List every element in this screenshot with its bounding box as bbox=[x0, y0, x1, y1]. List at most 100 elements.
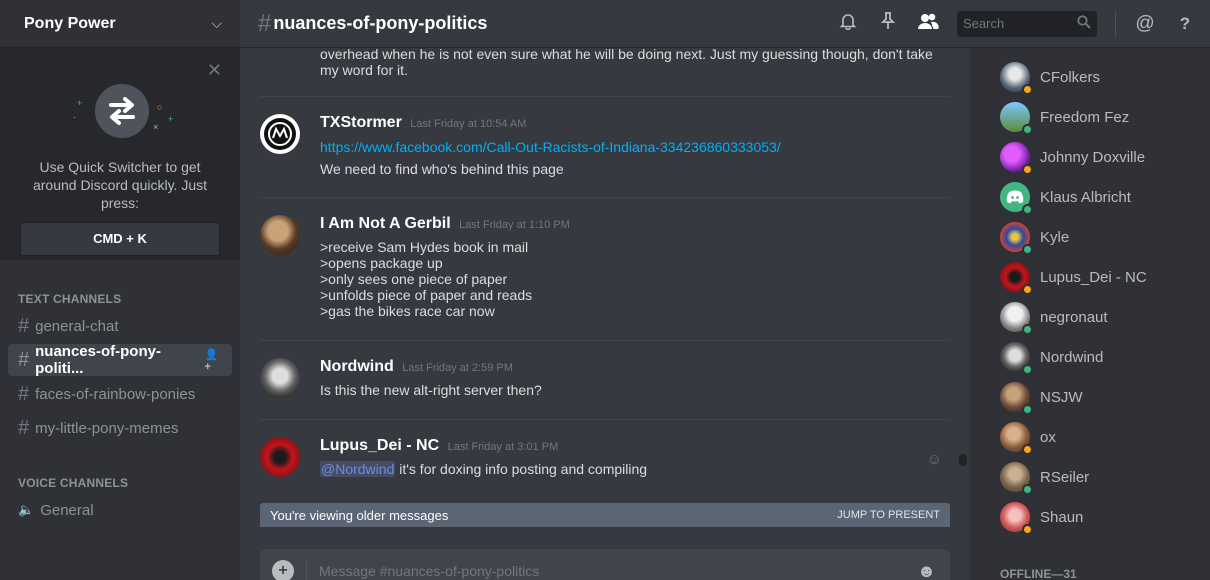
status-dot bbox=[1022, 484, 1033, 495]
quick-switcher-shortcut-button[interactable]: CMD + K bbox=[20, 222, 220, 256]
sparkle-icon: ○ bbox=[157, 102, 163, 112]
member-item[interactable]: RSeiler bbox=[1000, 461, 1200, 495]
member-item[interactable]: negronaut bbox=[1000, 301, 1200, 335]
message-author[interactable]: I Am Not A Gerbil bbox=[320, 215, 451, 232]
member-name: CFolkers bbox=[1040, 68, 1101, 86]
member-item[interactable]: ox bbox=[1000, 421, 1200, 455]
channel-sidebar: Pony Power ⌵ ✕ + · ○ + × Use Quick Switc… bbox=[0, 0, 240, 580]
message-divider bbox=[260, 197, 950, 198]
older-messages-banner[interactable]: You're viewing older messages JUMP TO PR… bbox=[260, 503, 950, 527]
members-icon[interactable] bbox=[917, 12, 939, 35]
member-name: Kyle bbox=[1040, 228, 1070, 246]
message-divider bbox=[260, 419, 950, 420]
message-author[interactable]: TXStormer bbox=[320, 114, 402, 131]
channel-nuances-of-pony-politics[interactable]: # nuances-of-pony-politi... 👤+ bbox=[8, 343, 232, 377]
avatar[interactable] bbox=[260, 358, 300, 398]
close-icon[interactable]: ✕ bbox=[207, 60, 222, 81]
add-member-icon[interactable]: 👤+ bbox=[204, 348, 224, 373]
status-dot bbox=[1022, 204, 1033, 215]
composer-divider bbox=[306, 559, 307, 580]
message[interactable]: TXStormer Last Friday at 10:54 AM https:… bbox=[260, 114, 950, 177]
member-item[interactable]: Freedom Fez bbox=[1000, 101, 1200, 135]
message-scrollbar[interactable] bbox=[955, 48, 969, 580]
member-name: ox bbox=[1040, 428, 1056, 446]
avatar[interactable] bbox=[260, 437, 300, 477]
member-item[interactable]: Nordwind bbox=[1000, 341, 1200, 375]
sparkle-icon: · bbox=[73, 112, 76, 122]
speaker-icon: 🔈 bbox=[18, 502, 35, 517]
text-channels-category[interactable]: TEXT CHANNELS bbox=[18, 292, 121, 306]
toolbar-divider bbox=[1115, 11, 1116, 36]
add-reaction-icon[interactable]: ☺ bbox=[927, 451, 942, 468]
channel-general-chat[interactable]: # general-chat bbox=[8, 310, 232, 342]
jump-to-present-button[interactable]: JUMP TO PRESENT bbox=[837, 509, 940, 521]
message-text-rest: it's for doxing info posting and compili… bbox=[395, 461, 648, 477]
message[interactable]: Nordwind Last Friday at 2:59 PM Is this … bbox=[260, 358, 950, 398]
member-name: Lupus_Dei - NC bbox=[1040, 268, 1147, 286]
message-author[interactable]: Lupus_Dei - NC bbox=[320, 437, 439, 454]
status-dot bbox=[1022, 324, 1033, 335]
message-text: >receive Sam Hydes book in mail bbox=[320, 239, 529, 255]
hash-icon: # bbox=[18, 314, 30, 337]
avatar bbox=[1000, 502, 1033, 535]
member-name: negronaut bbox=[1040, 308, 1108, 326]
message[interactable]: I Am Not A Gerbil Last Friday at 1:10 PM… bbox=[260, 215, 950, 319]
voice-channels-category[interactable]: VOICE CHANNELS bbox=[18, 476, 128, 490]
status-dot bbox=[1022, 124, 1033, 135]
member-item[interactable]: CFolkers bbox=[1000, 61, 1200, 95]
avatar bbox=[1000, 142, 1033, 175]
avatar[interactable] bbox=[260, 114, 300, 154]
user-mention[interactable]: @Nordwind bbox=[320, 461, 396, 477]
avatar bbox=[1000, 222, 1033, 255]
scrollbar-thumb[interactable] bbox=[959, 454, 967, 466]
hash-icon: # bbox=[258, 9, 272, 37]
message-list[interactable]: overhead when he is not even sure what h… bbox=[240, 48, 955, 500]
message-text: >only sees one piece of paper bbox=[320, 271, 508, 287]
discord-logo-icon bbox=[1000, 182, 1033, 215]
status-dot bbox=[1022, 524, 1033, 535]
voice-channel-general[interactable]: 🔈 General bbox=[8, 494, 232, 526]
member-item[interactable]: Lupus_Dei - NC bbox=[1000, 261, 1200, 295]
member-name: Klaus Albricht bbox=[1040, 188, 1131, 206]
emoji-icon[interactable]: ☻ bbox=[917, 561, 936, 580]
status-dot bbox=[1022, 244, 1033, 255]
message-timestamp: Last Friday at 3:01 PM bbox=[447, 441, 559, 453]
member-item[interactable]: Shaun bbox=[1000, 501, 1200, 535]
avatar bbox=[1000, 262, 1033, 295]
member-name: Johnny Doxville bbox=[1040, 148, 1146, 166]
quick-switcher-illustration: + · ○ + × bbox=[73, 84, 173, 144]
pin-icon[interactable] bbox=[877, 12, 899, 35]
channel-label: my-little-pony-memes bbox=[35, 419, 179, 437]
message-author[interactable]: Nordwind bbox=[320, 358, 394, 375]
help-icon[interactable]: ? bbox=[1174, 14, 1196, 34]
chevron-down-icon[interactable]: ⌵ bbox=[211, 15, 222, 32]
status-dot bbox=[1022, 404, 1033, 415]
message-link[interactable]: https://www.facebook.com/Call-Out-Racist… bbox=[320, 139, 950, 155]
message-continued-text: overhead when he is not even sure what h… bbox=[320, 48, 933, 78]
mentions-icon[interactable]: @ bbox=[1134, 13, 1156, 35]
channel-label: General bbox=[40, 501, 94, 519]
message-text: >gas the bikes race car now bbox=[320, 303, 495, 319]
avatar bbox=[1000, 302, 1033, 335]
message[interactable]: Lupus_Dei - NC Last Friday at 3:01 PM @N… bbox=[260, 437, 950, 477]
message-text: >unfolds piece of paper and reads bbox=[320, 287, 533, 303]
quick-switcher-text: Use Quick Switcher to get around Discord… bbox=[32, 159, 208, 211]
server-name: Pony Power bbox=[24, 14, 116, 32]
channel-faces-of-rainbow-ponies[interactable]: # faces-of-rainbow-ponies bbox=[8, 378, 232, 410]
member-item[interactable]: Klaus Albricht bbox=[1000, 181, 1200, 215]
server-header[interactable]: Pony Power ⌵ bbox=[0, 0, 240, 48]
member-item[interactable]: NSJW bbox=[1000, 381, 1200, 415]
channel-header: # nuances-of-pony-politics Search @ ? bbox=[240, 0, 1210, 48]
member-item[interactable]: Kyle bbox=[1000, 221, 1200, 255]
member-item[interactable]: Johnny Doxville bbox=[1000, 141, 1200, 175]
bell-icon[interactable] bbox=[837, 12, 859, 35]
message-text: @Nordwind it's for doxing info posting a… bbox=[320, 461, 950, 477]
hash-icon: # bbox=[18, 416, 30, 439]
message-input[interactable]: Message #nuances-of-pony-politics bbox=[319, 563, 917, 579]
upload-plus-icon[interactable]: + bbox=[272, 560, 294, 580]
channel-my-little-pony-memes[interactable]: # my-little-pony-memes bbox=[8, 412, 232, 444]
message-text: We need to find who's behind this page bbox=[320, 161, 564, 177]
message-composer[interactable]: + Message #nuances-of-pony-politics ☻ bbox=[260, 549, 950, 580]
avatar[interactable] bbox=[260, 215, 300, 255]
search-input[interactable]: Search bbox=[957, 10, 1097, 37]
